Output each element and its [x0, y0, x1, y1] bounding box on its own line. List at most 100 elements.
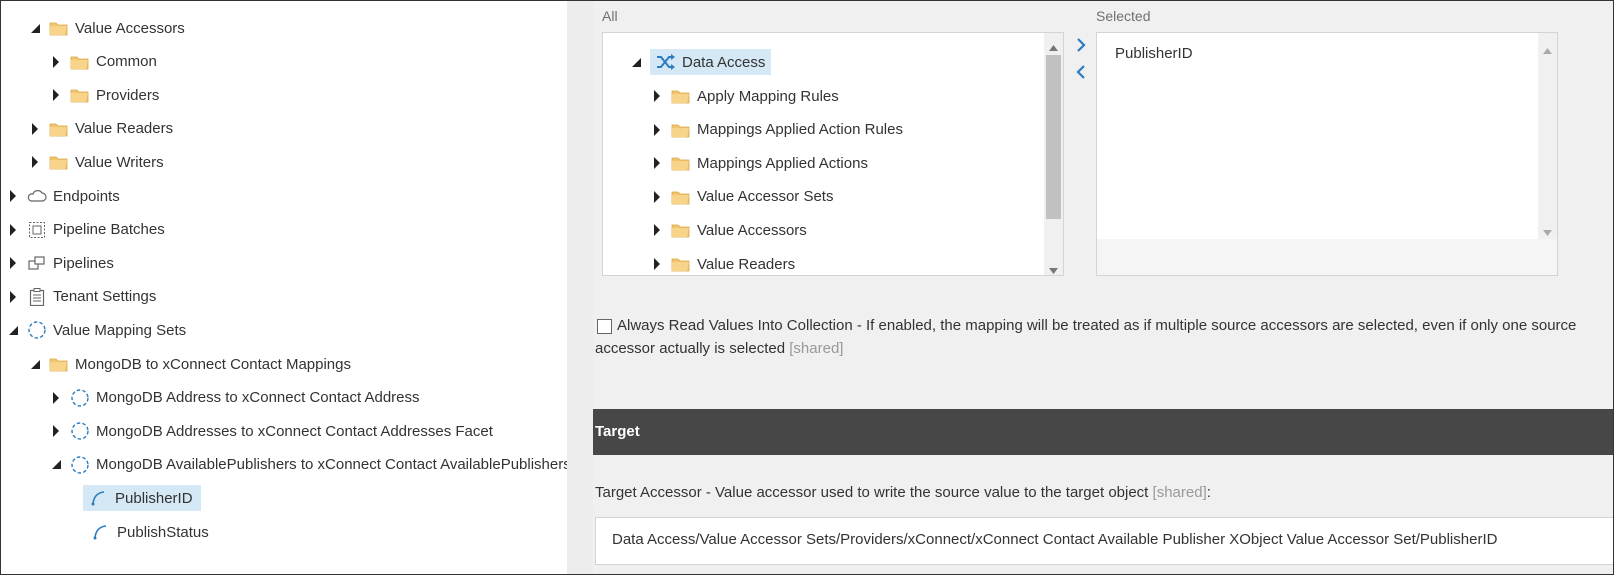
tree-node[interactable]: Value Writers: [27, 149, 164, 175]
all-items-treelist[interactable]: Data Access Apply Mapping Rules Mappings A…: [602, 32, 1064, 276]
scroll-down-icon[interactable]: [1543, 223, 1552, 240]
expand-arrow-icon[interactable]: [649, 189, 665, 205]
always-read-text: Always Read Values Into Collection - If …: [595, 317, 1577, 357]
selected-list-item[interactable]: PublisherID: [1115, 45, 1193, 62]
collapse-arrow-icon[interactable]: [27, 356, 43, 372]
tree-node[interactable]: MongoDB Address to xConnect Contact Addr…: [48, 385, 420, 411]
expand-arrow-icon[interactable]: [48, 54, 64, 70]
tree-node[interactable]: Tenant Settings: [5, 284, 156, 310]
folder-node-label: Value Accessor Sets: [697, 188, 834, 206]
selected-items-list[interactable]: PublisherID: [1096, 32, 1558, 276]
tree-node-label: Pipeline Batches: [53, 221, 165, 239]
tree-node-label: Tenant Settings: [53, 288, 157, 306]
tree-node-label: Value Readers: [75, 120, 174, 138]
expand-arrow-icon[interactable]: [649, 155, 665, 171]
expand-arrow-icon[interactable]: [5, 289, 21, 305]
all-list-folder-node[interactable]: Value Accessors: [649, 217, 807, 243]
expand-arrow-icon[interactable]: [649, 256, 665, 272]
tree-node-label: Common: [96, 53, 157, 71]
folder-node-label: Value Accessors: [697, 221, 807, 239]
folder-icon: [671, 188, 691, 206]
expand-arrow-icon[interactable]: [48, 423, 64, 439]
remove-selection-button[interactable]: [1071, 65, 1091, 83]
mapping-arc-icon: [91, 523, 111, 541]
scroll-up-icon[interactable]: [1543, 41, 1552, 58]
tree-node[interactable]: Value Accessors: [27, 15, 185, 41]
folder-icon: [49, 355, 69, 373]
data-access-root-node[interactable]: Data Access: [628, 49, 772, 75]
all-list-folder-node[interactable]: Mappings Applied Action Rules: [649, 117, 903, 143]
selected-scrollbar[interactable]: [1538, 33, 1557, 239]
shuffle-icon: [656, 53, 676, 71]
tree-node[interactable]: Pipeline Batches: [5, 217, 165, 243]
tree-node-label: Pipelines: [53, 254, 114, 272]
add-selection-button[interactable]: [1071, 38, 1091, 56]
tree-node-label: Value Accessors: [75, 19, 185, 37]
all-caption: All: [602, 8, 618, 24]
collapse-arrow-icon[interactable]: [628, 54, 644, 70]
target-accessor-label-row: Target Accessor - Value accessor used to…: [595, 484, 1211, 501]
tree-node-label: MongoDB to xConnect Contact Mappings: [75, 355, 351, 373]
folder-icon: [70, 53, 90, 71]
tree-node[interactable]: Common: [48, 49, 157, 75]
folder-node-label: Apply Mapping Rules: [697, 87, 839, 105]
collapse-arrow-icon[interactable]: [27, 20, 43, 36]
tree-node[interactable]: Value Mapping Sets: [5, 317, 186, 343]
target-section-title: Target: [595, 423, 640, 440]
tree-node[interactable]: Pipelines: [5, 250, 114, 276]
folder-icon: [49, 120, 69, 138]
tree-node[interactable]: PublisherID: [83, 485, 201, 512]
tree-node[interactable]: Value Readers: [27, 116, 173, 142]
tree-node[interactable]: Endpoints: [5, 183, 120, 209]
always-read-description: Always Read Values Into Collection - If …: [595, 314, 1613, 360]
dashed-circle-icon: [70, 388, 90, 407]
dashed-circle-icon: [70, 422, 90, 440]
tree-node-label: Value Writers: [75, 153, 164, 171]
target-section-header[interactable]: Target: [593, 409, 1613, 455]
all-scrollbar[interactable]: [1044, 33, 1063, 275]
expand-arrow-icon[interactable]: [5, 255, 21, 271]
root-node-highlight[interactable]: Data Access: [650, 49, 772, 75]
scroll-up-icon[interactable]: [1049, 38, 1058, 55]
folder-icon: [49, 153, 69, 171]
tree-node[interactable]: PublishStatus: [69, 519, 209, 545]
selected-list-footer: [1097, 239, 1557, 275]
all-list-folder-node[interactable]: Mappings Applied Actions: [649, 150, 868, 176]
collapse-arrow-icon[interactable]: [48, 457, 64, 473]
expand-arrow-icon[interactable]: [5, 188, 21, 204]
tree-node[interactable]: MongoDB AvailablePublishers to xConnect …: [48, 452, 567, 478]
shared-tag: [shared]: [1152, 484, 1207, 501]
target-accessor-value: Data Access/Value Accessor Sets/Provider…: [612, 531, 1498, 548]
tree-node[interactable]: MongoDB to xConnect Contact Mappings: [27, 351, 351, 377]
chevron-right-icon: [1076, 38, 1086, 56]
folder-icon: [671, 221, 691, 239]
all-list-folder-node[interactable]: Apply Mapping Rules: [649, 83, 839, 109]
folder-node-label: Mappings Applied Action Rules: [697, 121, 903, 139]
expand-arrow-icon[interactable]: [649, 122, 665, 138]
scroll-thumb[interactable]: [1046, 55, 1061, 219]
dashed-circle-icon: [70, 456, 90, 474]
collapse-arrow-icon[interactable]: [5, 322, 21, 338]
expand-arrow-icon[interactable]: [5, 222, 21, 238]
pipelines-icon: [27, 254, 47, 272]
pane-splitter[interactable]: [567, 1, 593, 574]
scroll-down-icon[interactable]: [1049, 261, 1058, 275]
expand-arrow-icon[interactable]: [649, 222, 665, 238]
expand-arrow-icon[interactable]: [48, 87, 64, 103]
batch-icon: [27, 221, 47, 239]
all-list-folder-node[interactable]: Value Accessor Sets: [649, 184, 833, 210]
all-list-folder-node[interactable]: Value Readers: [649, 251, 795, 275]
expand-arrow-icon[interactable]: [27, 154, 43, 170]
expand-arrow-icon[interactable]: [48, 390, 64, 406]
tree-node-label: MongoDB AvailablePublishers to xConnect …: [96, 456, 567, 474]
tree-node[interactable]: MongoDB Addresses to xConnect Contact Ad…: [48, 418, 493, 444]
tree-node[interactable]: Providers: [48, 82, 159, 108]
folder-node-label: Mappings Applied Actions: [697, 154, 868, 172]
no-expander: [83, 490, 85, 506]
tree-node-label: Providers: [96, 86, 160, 104]
shared-tag: [shared]: [789, 340, 844, 357]
expand-arrow-icon[interactable]: [27, 121, 43, 137]
target-accessor-field[interactable]: Data Access/Value Accessor Sets/Provider…: [595, 517, 1613, 565]
expand-arrow-icon[interactable]: [649, 88, 665, 104]
root-node-label: Data Access: [682, 53, 766, 71]
